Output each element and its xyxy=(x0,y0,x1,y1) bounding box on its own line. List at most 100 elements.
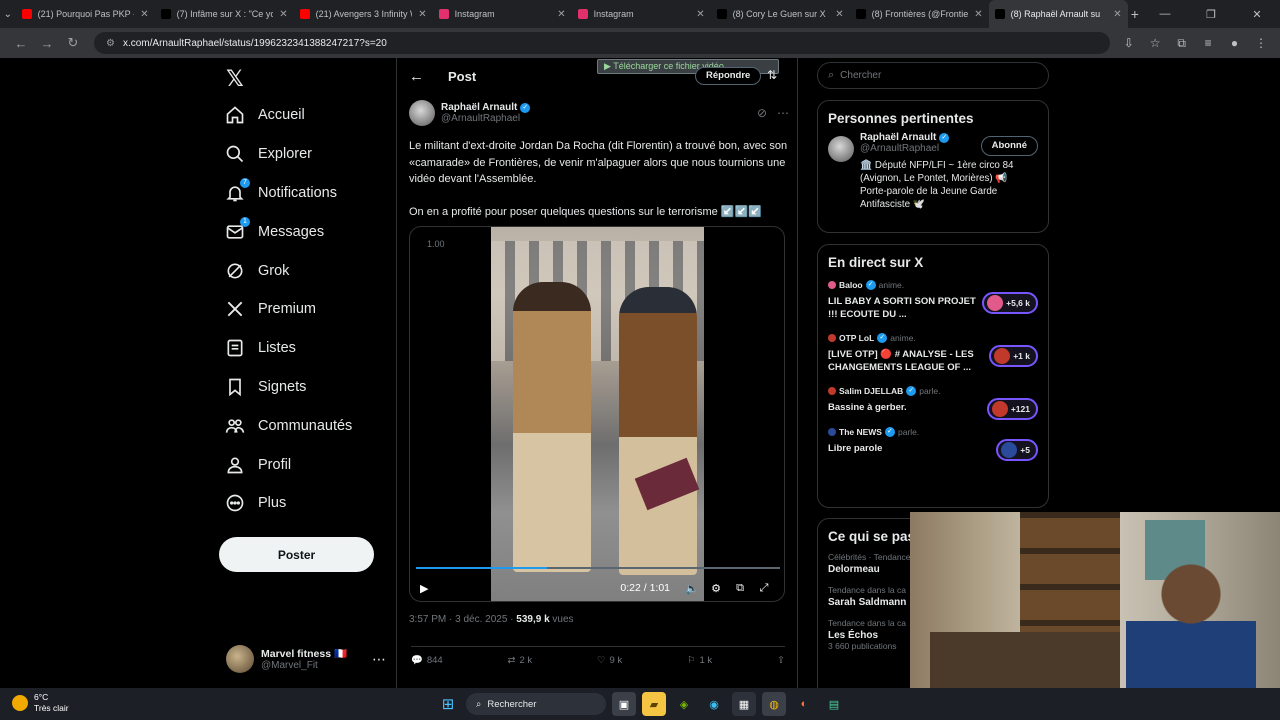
live-title-text: LIL BABY A SORTI SON PROJET !!! ECOUTE D… xyxy=(828,296,976,320)
repost-stat[interactable]: ⇄ 2 k xyxy=(508,655,533,666)
close-tab-icon[interactable]: ✕ xyxy=(974,9,982,20)
browser-tab[interactable]: (8) Frontières (@Frontiere ✕ xyxy=(850,0,989,28)
settings-icon[interactable]: ⚙ xyxy=(704,582,728,595)
pip-icon[interactable]: ⧉ xyxy=(728,582,752,595)
search-input[interactable]: ⌕ Chercher xyxy=(817,62,1049,89)
author-handle[interactable]: @ArnaultRaphael xyxy=(441,113,530,124)
menu-icon[interactable]: ⋮ xyxy=(1250,36,1272,50)
weather-desc: Très clair xyxy=(34,703,69,713)
windows-start-icon[interactable]: ⊞ xyxy=(436,692,460,716)
more-icon[interactable]: ⋯ xyxy=(372,651,386,668)
store-icon[interactable]: ▦ xyxy=(732,692,756,716)
account-switcher[interactable]: Marvel fitness 🇫🇷 @Marvel_Fit ⋯ xyxy=(226,642,386,676)
nav-item-notifications[interactable]: 7 Notifications xyxy=(224,174,352,213)
taskbar-search[interactable]: ⌕ Rechercher xyxy=(466,693,606,715)
edge-icon[interactable]: ◉ xyxy=(702,692,726,716)
post-timestamp[interactable]: 3:57 PM · 3 déc. 2025 · xyxy=(409,614,516,625)
back-icon[interactable]: ← xyxy=(8,36,34,51)
forward-icon[interactable]: → xyxy=(34,36,60,51)
new-tab-button[interactable]: + xyxy=(1128,6,1142,22)
minimize-icon[interactable]: — xyxy=(1142,8,1188,21)
verified-icon: ✓ xyxy=(906,386,917,396)
communities-icon xyxy=(224,415,246,437)
back-arrow-icon[interactable]: ← xyxy=(409,68,424,85)
browser-tab[interactable]: (21) Pourquoi Pas PKP - Y ✕ xyxy=(16,0,155,28)
sliders-icon[interactable]: ⇅ xyxy=(767,68,777,82)
close-tab-icon[interactable]: ✕ xyxy=(557,9,565,20)
grok-icon[interactable]: ⊘ xyxy=(757,106,767,120)
nav-item-signets[interactable]: Signets xyxy=(224,368,352,407)
live-item[interactable]: The NEWS ✓ parle. Libre parole +5 xyxy=(818,423,1048,464)
host-action: anime. xyxy=(890,333,916,343)
live-listeners-pill[interactable]: +121 xyxy=(986,398,1038,420)
relevant-person[interactable]: Raphaël Arnault ✓ @ArnaultRaphael 🏛️ Dépu… xyxy=(818,132,1048,221)
video-progress-bar[interactable] xyxy=(416,567,780,569)
browser-tab[interactable]: (8) Raphaël Arnault su ✕ xyxy=(988,0,1128,28)
nav-item-explorer[interactable]: Explorer xyxy=(224,135,352,174)
app-icon[interactable]: ▤ xyxy=(822,692,846,716)
nav-item-listes[interactable]: Listes xyxy=(224,329,352,368)
live-listeners-pill[interactable]: +5,6 k xyxy=(982,292,1038,314)
site-info-icon[interactable]: ⚙ xyxy=(106,38,115,49)
reload-icon[interactable]: ↻ xyxy=(60,35,86,51)
browser-tab[interactable]: (7) Infâme sur X : "Ce you ✕ xyxy=(155,0,294,28)
nav-item-plus[interactable]: Plus xyxy=(224,484,352,523)
media-icon[interactable]: ≡ xyxy=(1197,36,1219,50)
bookmark-stat[interactable]: ⚐ 1 k xyxy=(687,655,712,666)
close-window-icon[interactable]: ✕ xyxy=(1234,8,1280,21)
browser-tab[interactable]: (21) Avengers 3 Infinity W ✕ xyxy=(294,0,433,28)
close-tab-icon[interactable]: ✕ xyxy=(140,9,148,20)
nav-item-profil[interactable]: Profil xyxy=(224,445,352,484)
reply-stat[interactable]: 💬 844 xyxy=(411,655,443,666)
following-button[interactable]: Abonné xyxy=(980,136,1038,156)
volume-icon[interactable]: 🔈 xyxy=(680,582,704,595)
install-icon[interactable]: ⇩ xyxy=(1118,36,1140,50)
nav-item-messages[interactable]: 1 Messages xyxy=(224,212,352,251)
weather-widget[interactable]: 6°C Très clair xyxy=(12,692,69,714)
browser-tab[interactable]: Instagram ✕ xyxy=(433,0,572,28)
browser-tab[interactable]: Instagram ✕ xyxy=(572,0,711,28)
tab-search-icon[interactable]: ⌄ xyxy=(0,0,16,28)
firefox-icon[interactable]: ◐ xyxy=(792,692,816,716)
avatar[interactable] xyxy=(409,100,435,126)
nav-item-communautés[interactable]: Communautés xyxy=(224,406,352,445)
nav-item-grok[interactable]: Grok xyxy=(224,251,352,290)
reply-button[interactable]: Répondre xyxy=(695,67,762,85)
file-explorer-icon[interactable]: ▰ xyxy=(642,692,666,716)
avatar[interactable] xyxy=(828,136,854,162)
window-controls: — ❐ ✕ xyxy=(1142,8,1280,21)
x-logo-icon[interactable]: 𝕏 xyxy=(226,66,244,92)
close-tab-icon[interactable]: ✕ xyxy=(835,9,843,20)
nvidia-icon[interactable]: ◈ xyxy=(672,692,696,716)
star-icon[interactable]: ☆ xyxy=(1144,36,1166,50)
close-tab-icon[interactable]: ✕ xyxy=(418,9,426,20)
fullscreen-icon[interactable]: ⤢ xyxy=(752,582,776,595)
side-nav: Accueil Explorer 7 Notifications 1 Messages Gr… xyxy=(224,96,352,523)
play-icon[interactable]: ▶ xyxy=(420,582,428,595)
maximize-icon[interactable]: ❐ xyxy=(1188,8,1234,21)
video-player[interactable]: 1.00 ▶ 0:22 / 1:01 🔈 ⚙ ⧉ ⤢ xyxy=(409,226,785,602)
chrome-icon[interactable]: ◍ xyxy=(762,692,786,716)
share-icon[interactable]: ⇪ xyxy=(777,655,785,666)
live-listeners-pill[interactable]: +1 k xyxy=(989,345,1038,367)
live-item[interactable]: Baloo ✓ anime. LIL BABY A SORTI SON PROJET … xyxy=(818,276,1048,329)
more-icon[interactable]: ⋯ xyxy=(777,106,789,120)
nav-item-premium[interactable]: Premium xyxy=(224,290,352,329)
close-tab-icon[interactable]: ✕ xyxy=(279,9,287,20)
live-item[interactable]: OTP LoL ✓ anime. [LIVE OTP] 🔴 # ANALYSE - L… xyxy=(818,329,1048,382)
task-view-icon[interactable]: ▣ xyxy=(612,692,636,716)
extensions-icon[interactable]: ⧉ xyxy=(1171,36,1193,51)
live-title-text: Libre parole xyxy=(828,442,883,454)
url-field[interactable]: ⚙ x.com/ArnaultRaphael/status/1996232341… xyxy=(94,32,1110,54)
profile-icon[interactable]: ● xyxy=(1224,36,1246,50)
browser-tab[interactable]: (8) Cory Le Guen sur X : "L ✕ xyxy=(711,0,850,28)
favicon-icon xyxy=(21,9,32,19)
live-listeners-pill[interactable]: +5 xyxy=(996,438,1038,461)
post-button[interactable]: Poster xyxy=(219,537,374,572)
author-name[interactable]: Raphaël Arnault ✓ xyxy=(441,102,531,113)
close-tab-icon[interactable]: ✕ xyxy=(1113,9,1121,20)
nav-item-accueil[interactable]: Accueil xyxy=(224,96,352,135)
live-item[interactable]: Salim DJELLAB ✓ parle. Bassine à gerber. +12… xyxy=(818,382,1048,423)
close-tab-icon[interactable]: ✕ xyxy=(696,9,704,20)
like-stat[interactable]: ♡ 9 k xyxy=(597,655,622,666)
